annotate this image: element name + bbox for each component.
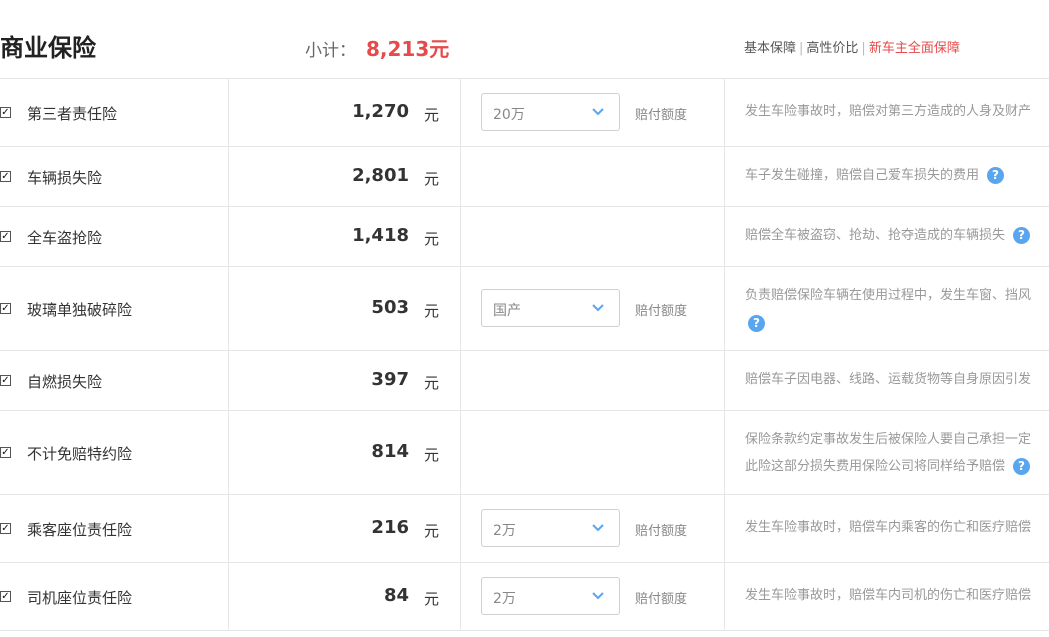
coverage-price: 1,418 — [352, 225, 409, 246]
row-checkbox[interactable] — [0, 523, 11, 534]
coverage-desc: 负责赔偿保险车辆在使用过程中，发生车窗、挡风 — [745, 288, 1032, 303]
tier-links: 基本保障 | 高性价比 | 新车主全面保障 — [744, 41, 960, 56]
price-unit: 元 — [424, 590, 440, 608]
help-icon[interactable]: ? — [748, 315, 765, 332]
coverage-desc: 赔偿车子因电器、线路、运载货物等自身原因引发 — [745, 372, 1032, 387]
table-row: 全车盗抢险 1,418 元 赔偿全车被盗窃、抢劫、抢夺造成的车辆损失? — [0, 207, 1049, 267]
amount-select[interactable]: 20万 — [481, 93, 620, 131]
coverage-desc-line: 赔偿全车被盗窃、抢劫、抢夺造成的车辆损失? — [745, 222, 1031, 250]
help-icon[interactable]: ? — [1013, 458, 1031, 475]
coverage-name: 全车盗抢险 — [27, 229, 103, 247]
coverage-desc: 保险条款约定事故发生后被保险人要自己承担一定 — [745, 432, 1032, 447]
coverage-name: 第三者责任险 — [27, 105, 118, 123]
coverage-price: 503 — [371, 297, 409, 318]
header: 商业保险 小计： 8,213元 基本保障 | 高性价比 | 新车主全面保障 — [0, 0, 1049, 78]
chevron-down-icon — [592, 592, 604, 600]
price-unit: 元 — [424, 170, 440, 188]
coverage-desc: 发生车险事故时，赔偿车内司机的伤亡和医疗赔偿 — [745, 588, 1032, 603]
select-value: 2万 — [493, 591, 516, 607]
coverage-name: 乘客座位责任险 — [27, 521, 133, 539]
price-unit: 元 — [424, 230, 440, 248]
coverage-name: 车辆损失险 — [27, 169, 103, 187]
table-row: 不计免赔特约险 814 元 保险条款约定事故发生后被保险人要自己承担一定 此险这… — [0, 411, 1049, 495]
amount-select[interactable]: 2万 — [481, 509, 620, 547]
coverage-desc: 发生车险事故时，赔偿对第三方造成的人身及财产 — [745, 104, 1032, 119]
coverage-price: 2,801 — [352, 165, 409, 186]
chevron-down-icon — [592, 304, 604, 312]
table-row: 司机座位责任险 84 元 2万 赔付额度 发生车险事故时，赔偿车内司机的伤亡和医… — [0, 563, 1049, 631]
table-row: 第三者责任险 1,270 元 20万 赔付额度 发生车险事故时，赔偿对第三方造成… — [0, 79, 1049, 147]
price-unit: 元 — [424, 374, 440, 392]
help-icon[interactable]: ? — [987, 167, 1005, 184]
row-checkbox[interactable] — [0, 447, 11, 458]
row-checkbox[interactable] — [0, 591, 11, 602]
tier-full-link[interactable]: 新车主全面保障 — [869, 41, 960, 56]
coverage-desc-2: 此险这部分损失费用保险公司将同样给予赔偿 — [745, 459, 1006, 474]
table-row: 乘客座位责任险 216 元 2万 赔付额度 发生车险事故时，赔偿车内乘客的伤亡和… — [0, 495, 1049, 563]
chevron-down-icon — [592, 108, 604, 116]
coverage-price: 397 — [371, 369, 409, 390]
select-label: 赔付额度 — [635, 592, 688, 607]
coverage-price: 84 — [383, 585, 409, 606]
tier-value-link[interactable]: 高性价比 — [806, 41, 858, 56]
coverage-desc-line: 此险这部分损失费用保险公司将同样给予赔偿? — [745, 453, 1031, 481]
price-unit: 元 — [424, 446, 440, 464]
table-row: 车辆损失险 2,801 元 车子发生碰撞，赔偿自己爱车损失的费用? — [0, 147, 1049, 207]
subtotal-label: 小计： — [305, 41, 356, 61]
amount-select[interactable]: 2万 — [481, 577, 620, 615]
coverage-name: 不计免赔特约险 — [27, 445, 133, 463]
coverage-desc-line: 车子发生碰撞，赔偿自己爱车损失的费用? — [745, 162, 1005, 190]
row-checkbox[interactable] — [0, 375, 11, 386]
price-unit: 元 — [424, 522, 440, 540]
coverage-desc: 发生车险事故时，赔偿车内乘客的伤亡和医疗赔偿 — [745, 520, 1032, 535]
select-label: 赔付额度 — [635, 108, 688, 123]
select-value: 2万 — [493, 523, 516, 539]
coverage-desc: 车子发生碰撞，赔偿自己爱车损失的费用 — [745, 168, 980, 183]
table-row: 自燃损失险 397 元 赔偿车子因电器、线路、运载货物等自身原因引发 — [0, 351, 1049, 411]
amount-select[interactable]: 国产 — [481, 289, 620, 327]
select-label: 赔付额度 — [635, 524, 688, 539]
coverage-name: 司机座位责任险 — [27, 589, 133, 607]
coverage-desc: 赔偿全车被盗窃、抢劫、抢夺造成的车辆损失 — [745, 228, 1006, 243]
help-icon[interactable]: ? — [1013, 227, 1031, 244]
table-row: 玻璃单独破碎险 503 元 国产 赔付额度 负责赔偿保险车辆在使用过程中，发生车… — [0, 267, 1049, 351]
price-unit: 元 — [424, 302, 440, 320]
coverage-name: 玻璃单独破碎险 — [27, 301, 133, 319]
coverage-name: 自燃损失险 — [27, 373, 103, 391]
row-checkbox[interactable] — [0, 231, 11, 242]
tier-basic-link[interactable]: 基本保障 — [744, 41, 796, 56]
subtotal-value: 8,213元 — [366, 37, 450, 61]
page-title: 商业保险 — [0, 34, 96, 62]
coverage-price: 216 — [371, 517, 409, 538]
chevron-down-icon — [592, 524, 604, 532]
coverage-price: 814 — [371, 441, 409, 462]
insurance-table: 第三者责任险 1,270 元 20万 赔付额度 发生车险事故时，赔偿对第三方造成… — [0, 78, 1049, 631]
row-checkbox[interactable] — [0, 171, 11, 182]
coverage-price: 1,270 — [352, 101, 409, 122]
price-unit: 元 — [424, 106, 440, 124]
row-checkbox[interactable] — [0, 303, 11, 314]
select-label: 赔付额度 — [635, 304, 688, 319]
row-checkbox[interactable] — [0, 107, 11, 118]
select-value: 20万 — [493, 107, 525, 123]
select-value: 国产 — [493, 303, 521, 319]
